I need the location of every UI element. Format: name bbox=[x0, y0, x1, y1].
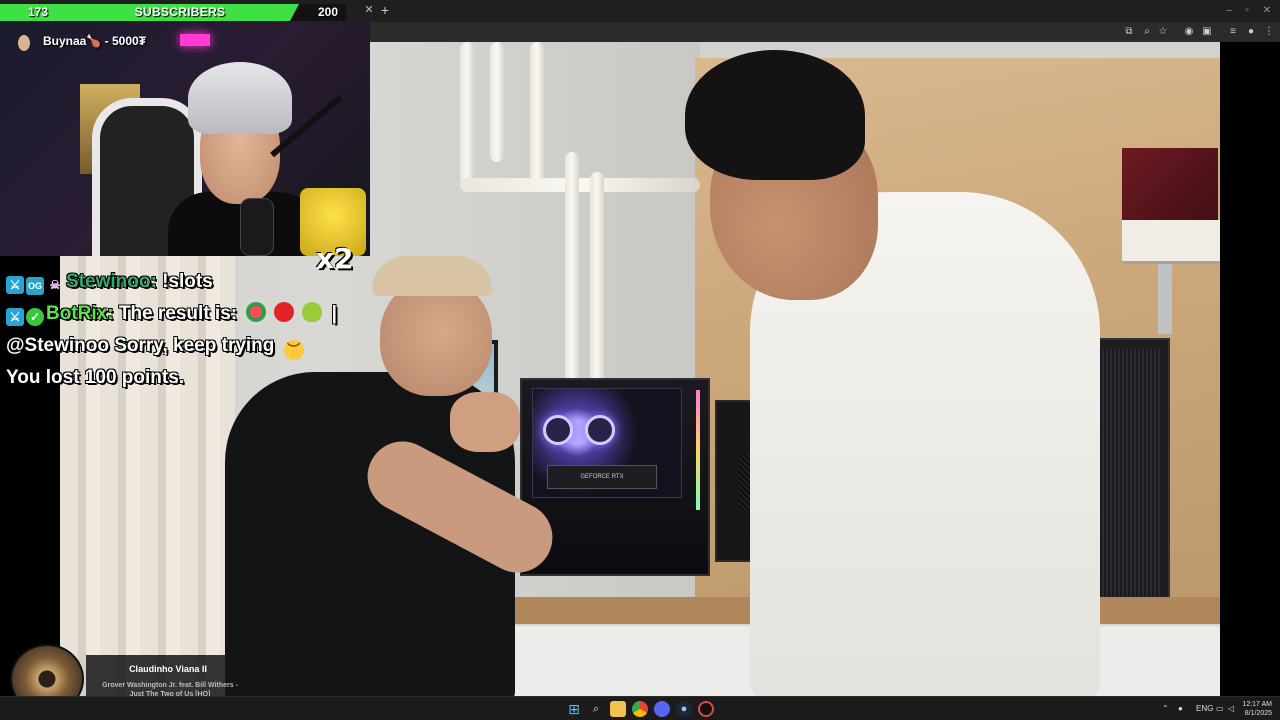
minimize-icon[interactable]: – bbox=[1222, 4, 1236, 18]
video-fan bbox=[585, 415, 615, 445]
video-red-box bbox=[1122, 148, 1218, 228]
video-pipe bbox=[530, 42, 544, 182]
windows-taskbar: ⊞ ⌕ ● ⌃ ● ENG ▭ ◁ 12:17 AM 8/1/2025 bbox=[0, 696, 1280, 720]
search-icon[interactable]: ⌕ bbox=[588, 701, 604, 717]
chat-message: ⚔ OG ☠ Stewinoo: !slots bbox=[6, 266, 386, 298]
clock-date: 8/1/2025 bbox=[1244, 710, 1272, 717]
video-pipe bbox=[460, 42, 474, 192]
tray-chevron-icon[interactable]: ⌃ bbox=[1162, 702, 1169, 716]
drumstick-icon: 🍗 bbox=[86, 34, 102, 48]
chat-message: @Stewinoo Sorry, keep trying ︶ bbox=[6, 330, 386, 362]
video-pc-glass: GEFORCE RTX bbox=[532, 388, 682, 498]
extension-icon[interactable]: ◉ bbox=[1182, 25, 1196, 39]
screen-capture-icon[interactable]: ⧉ bbox=[1122, 25, 1136, 39]
browser-toolbar: ⧉ ⌕ ☆ ◉ ▣ ≡ ● ⋮ bbox=[370, 22, 1280, 42]
skull-icon: ☠ bbox=[49, 278, 61, 292]
donor-avatar bbox=[18, 35, 30, 51]
video-pipe bbox=[590, 172, 604, 382]
video-shelf-bracket bbox=[1158, 264, 1172, 334]
moderator-sword-icon: ⚔ bbox=[6, 276, 24, 294]
chat-text: !slots bbox=[162, 271, 213, 292]
video-rgb-strip bbox=[696, 390, 700, 510]
video-person-right-hair bbox=[685, 50, 865, 180]
video-fan bbox=[543, 415, 573, 445]
microphone-icon bbox=[240, 198, 274, 256]
video-person-left-cap bbox=[372, 256, 492, 296]
video-pipe bbox=[460, 178, 700, 192]
language-indicator[interactable]: ENG bbox=[1196, 702, 1213, 716]
bookmark-star-icon[interactable]: ☆ bbox=[1156, 25, 1170, 39]
extensions-puzzle-icon[interactable]: ▣ bbox=[1200, 25, 1214, 39]
clock-time: 12:17 AM bbox=[1242, 701, 1272, 708]
chat-text: You lost 100 points. bbox=[6, 367, 185, 388]
verified-check-icon: ✓ bbox=[26, 308, 44, 326]
video-pipe bbox=[490, 42, 504, 162]
subscriber-goal-bar: 173 SUBSCRIBERS 200 bbox=[0, 4, 346, 21]
now-playing-artist: Claudinho Viana II bbox=[129, 664, 207, 674]
moderator-sword-icon: ⚔ bbox=[6, 308, 24, 326]
video-person-left-hand bbox=[450, 392, 520, 452]
maximize-icon[interactable]: ▫ bbox=[1240, 4, 1254, 18]
media-controls-icon[interactable]: ≡ bbox=[1226, 25, 1240, 39]
profile-avatar-icon[interactable]: ● bbox=[1244, 25, 1258, 39]
video-shelf bbox=[1122, 220, 1220, 264]
apple-icon bbox=[274, 302, 295, 322]
file-explorer-icon[interactable] bbox=[610, 701, 626, 717]
windows-start-icon[interactable]: ⊞ bbox=[566, 701, 582, 717]
steam-icon[interactable]: ● bbox=[676, 701, 692, 717]
desktop-screen: ✕ + – ▫ ✕ ⧉ ⌕ ☆ ◉ ▣ ≡ ● ⋮ GEFORCE RTX Bu… bbox=[0, 0, 1280, 720]
subscriber-current: 173 bbox=[28, 5, 49, 19]
chat-overlay: ⚔ OG ☠ Stewinoo: !slots ⚔ ✓ BotRix: The resul… bbox=[6, 266, 386, 394]
network-icon[interactable]: ▭ bbox=[1216, 702, 1224, 716]
chat-text: @Stewinoo Sorry, keep trying bbox=[6, 335, 275, 356]
menu-kebab-icon[interactable]: ⋮ bbox=[1262, 25, 1276, 39]
pensive-face-icon: ︶ bbox=[283, 340, 304, 360]
subscriber-goal-label: SUBSCRIBERS bbox=[134, 5, 226, 19]
pear-icon bbox=[302, 302, 323, 322]
discord-icon[interactable] bbox=[654, 701, 670, 717]
microphone-tray-icon[interactable]: ● bbox=[1178, 702, 1183, 716]
volume-icon[interactable]: ◁ bbox=[1228, 702, 1234, 716]
subscriber-target: 200 bbox=[318, 5, 339, 19]
new-tab-icon[interactable]: + bbox=[378, 2, 392, 18]
chat-username: Stewinoo: bbox=[66, 271, 157, 292]
webcam-neon-light bbox=[180, 34, 210, 46]
video-pipe bbox=[565, 152, 579, 382]
chat-username: BotRix: bbox=[46, 303, 114, 324]
window-close-icon[interactable]: ✕ bbox=[1260, 4, 1274, 18]
obs-icon[interactable] bbox=[698, 701, 714, 717]
video-gpu: GEFORCE RTX bbox=[547, 465, 657, 489]
chat-separator: | bbox=[331, 303, 337, 324]
chat-text: The result is: bbox=[118, 303, 238, 324]
tab-close-icon[interactable]: ✕ bbox=[362, 3, 376, 17]
donation-amount: 5000₮ bbox=[111, 34, 147, 48]
chrome-icon[interactable] bbox=[632, 701, 648, 717]
donation-alert: Buynaa🍗 - 5000₮ bbox=[43, 34, 146, 48]
watermelon-icon bbox=[246, 302, 267, 322]
donor-name: Buynaa bbox=[43, 34, 87, 48]
streamer-webcam: Buynaa🍗 - 5000₮ bbox=[0, 22, 370, 256]
chat-message: You lost 100 points. bbox=[6, 362, 386, 394]
og-badge-icon: OG bbox=[26, 277, 44, 295]
donor-separator: - bbox=[101, 34, 112, 48]
webcam-streamer-hair bbox=[188, 62, 292, 134]
system-clock[interactable]: 12:17 AM 8/1/2025 bbox=[1238, 700, 1272, 718]
zoom-icon[interactable]: ⌕ bbox=[1140, 25, 1154, 39]
chat-message: ⚔ ✓ BotRix: The result is: | bbox=[6, 298, 386, 330]
